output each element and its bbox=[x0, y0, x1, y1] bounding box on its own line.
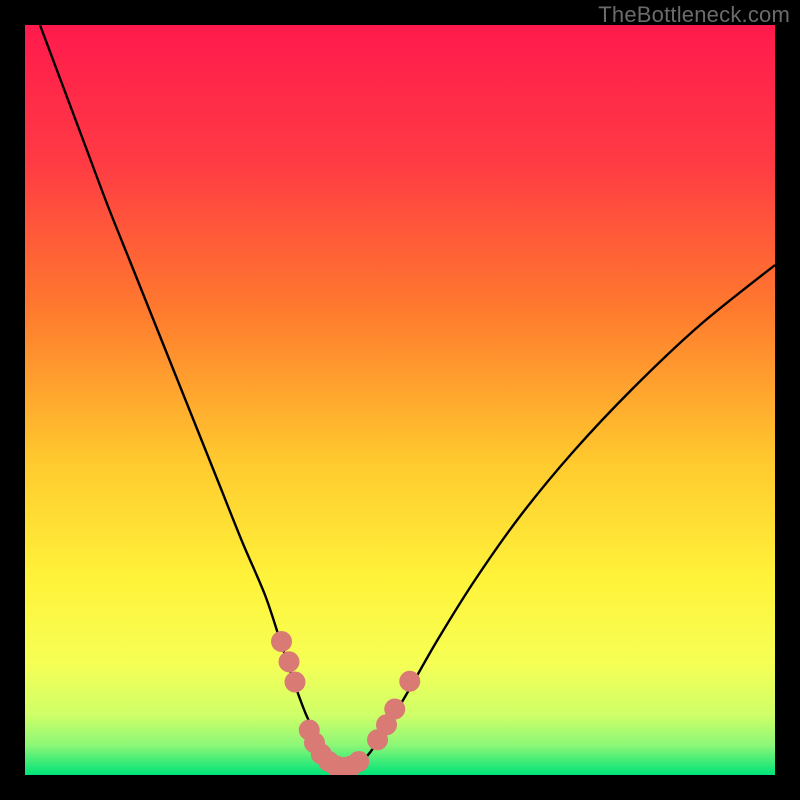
data-markers bbox=[25, 25, 775, 775]
watermark-label: TheBottleneck.com bbox=[598, 2, 790, 28]
data-marker bbox=[399, 671, 420, 692]
plot-area bbox=[25, 25, 775, 775]
data-marker bbox=[384, 699, 405, 720]
data-marker bbox=[285, 672, 306, 693]
data-marker bbox=[348, 751, 369, 772]
data-marker bbox=[279, 651, 300, 672]
data-marker bbox=[271, 631, 292, 652]
chart-frame: TheBottleneck.com bbox=[0, 0, 800, 800]
